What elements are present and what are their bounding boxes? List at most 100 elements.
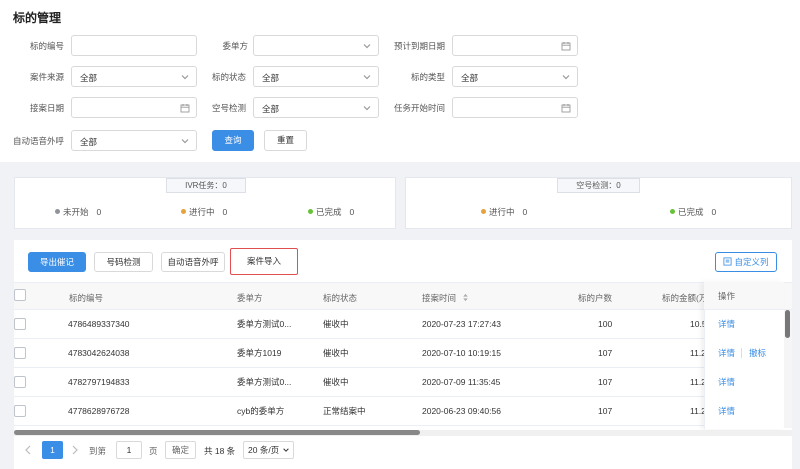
chevron-down-icon bbox=[562, 75, 570, 80]
prev-page-icon[interactable] bbox=[24, 445, 32, 455]
auto-call-button[interactable]: 自动语音外呼 bbox=[161, 252, 225, 272]
cell-households: 107 bbox=[598, 377, 613, 387]
detail-link[interactable]: 详情 bbox=[718, 310, 735, 338]
col-amount: 标的金额(万 bbox=[662, 293, 705, 303]
col-accept-time[interactable]: 接案时间 bbox=[422, 288, 469, 308]
chevron-down-icon bbox=[181, 139, 189, 144]
cell-case-no: 4783042624038 bbox=[68, 348, 130, 358]
calendar-icon bbox=[561, 42, 571, 51]
accept-date-label: 接案日期 bbox=[29, 103, 64, 113]
blank-check-label: 空号检测 bbox=[211, 103, 246, 113]
row-checkbox[interactable] bbox=[14, 376, 26, 388]
cell-client: cyb的委单方 bbox=[237, 406, 285, 416]
total-count: 共 18 条 bbox=[204, 446, 236, 456]
col-status: 标的状态 bbox=[323, 293, 358, 303]
page-1-button[interactable]: 1 bbox=[42, 441, 63, 459]
sort-icon[interactable] bbox=[462, 293, 469, 302]
task-start-input[interactable] bbox=[452, 97, 578, 118]
chevron-down-icon bbox=[283, 448, 289, 452]
next-page-icon[interactable] bbox=[71, 445, 79, 455]
cell-time: 2020-07-09 11:35:45 bbox=[422, 377, 501, 387]
green-dot-icon bbox=[670, 209, 675, 214]
goto-label: 到第 bbox=[89, 446, 107, 456]
export-button[interactable]: 导出催记 bbox=[28, 252, 86, 272]
expected-date-input[interactable] bbox=[452, 35, 578, 56]
case-no-label: 标的编号 bbox=[29, 41, 64, 51]
table-row[interactable] bbox=[14, 310, 792, 339]
page-title: 标的管理 bbox=[13, 11, 62, 25]
blank-in-progress: 进行中 0 bbox=[481, 206, 527, 218]
status-label: 标的状态 bbox=[211, 72, 246, 82]
reset-button[interactable]: 重置 bbox=[264, 130, 307, 151]
grey-dot-icon bbox=[55, 209, 60, 214]
calendar-icon bbox=[561, 104, 571, 113]
cell-households: 100 bbox=[598, 319, 613, 329]
cell-status: 催收中 bbox=[323, 319, 349, 329]
chevron-down-icon bbox=[363, 75, 371, 80]
cell-client: 委单方测试0... bbox=[237, 319, 292, 329]
select-all-checkbox[interactable] bbox=[14, 289, 26, 301]
task-start-label: 任务开始时间 bbox=[393, 103, 445, 113]
blank-done: 已完成 0 bbox=[670, 206, 716, 218]
col-client: 委单方 bbox=[237, 293, 263, 303]
page-size-select[interactable]: 20 条/页 bbox=[243, 441, 294, 459]
cell-case-no: 4778628976728 bbox=[68, 406, 130, 416]
col-households: 标的户数 bbox=[578, 293, 613, 303]
goto-confirm-button[interactable]: 确定 bbox=[165, 441, 196, 459]
cell-time: 2020-07-10 10:19:15 bbox=[422, 348, 501, 358]
page-unit-label: 页 bbox=[149, 446, 158, 456]
client-select[interactable] bbox=[253, 35, 379, 56]
list-icon bbox=[723, 257, 732, 266]
custom-columns-button[interactable]: 自定义列 bbox=[715, 252, 777, 272]
cell-households: 107 bbox=[598, 406, 613, 416]
chevron-down-icon bbox=[363, 44, 371, 49]
cell-case-no: 4782797194833 bbox=[68, 377, 130, 387]
cell-time: 2020-07-23 17:27:43 bbox=[422, 319, 501, 329]
ivr-done: 已完成 0 bbox=[308, 206, 354, 218]
cell-time: 2020-06-23 09:40:56 bbox=[422, 406, 501, 416]
revoke-link[interactable]: 撤标 bbox=[749, 339, 766, 367]
table-row[interactable] bbox=[14, 368, 792, 397]
expected-date-label: 预计到期日期 bbox=[393, 41, 445, 51]
auto-call-label: 自动语音外呼 bbox=[12, 136, 64, 146]
col-case-no: 标的编号 bbox=[69, 293, 104, 303]
cell-client: 委单方1019 bbox=[237, 348, 282, 358]
ops-header-bg bbox=[704, 282, 784, 310]
vertical-scrollbar-thumb[interactable] bbox=[785, 310, 790, 338]
horizontal-scrollbar-thumb[interactable] bbox=[14, 430, 420, 435]
green-dot-icon bbox=[308, 209, 313, 214]
auto-call-select[interactable]: 全部 bbox=[71, 130, 197, 151]
case-import-button[interactable]: 案件导入 bbox=[230, 248, 298, 275]
chevron-down-icon bbox=[363, 106, 371, 111]
type-select[interactable]: 全部 bbox=[452, 66, 578, 87]
detail-link[interactable]: 详情 bbox=[718, 397, 735, 425]
type-label: 标的类型 bbox=[410, 72, 445, 82]
blank-check-select[interactable]: 全部 bbox=[253, 97, 379, 118]
table-row[interactable] bbox=[14, 339, 792, 368]
phone-check-button[interactable]: 号码检测 bbox=[94, 252, 153, 272]
cell-case-no: 4786489337340 bbox=[68, 319, 130, 329]
status-select[interactable]: 全部 bbox=[253, 66, 379, 87]
client-label: 委单方 bbox=[222, 41, 248, 51]
ivr-not-started: 未开始 0 bbox=[55, 206, 101, 218]
goto-page-input[interactable]: 1 bbox=[116, 441, 142, 459]
table-row[interactable] bbox=[14, 397, 792, 426]
row-checkbox[interactable] bbox=[14, 318, 26, 330]
row-checkbox[interactable] bbox=[14, 347, 26, 359]
row-checkbox[interactable] bbox=[14, 405, 26, 417]
cell-status: 催收中 bbox=[323, 348, 349, 358]
query-button[interactable]: 查询 bbox=[212, 130, 254, 151]
blank-check-title: 空号检测：0 bbox=[557, 178, 640, 193]
ivr-title: IVR任务：0 bbox=[166, 178, 246, 193]
col-ops-label: 操作 bbox=[718, 291, 736, 301]
cell-households: 107 bbox=[598, 348, 613, 358]
orange-dot-icon bbox=[481, 209, 486, 214]
orange-dot-icon bbox=[181, 209, 186, 214]
cell-status: 催收中 bbox=[323, 377, 349, 387]
cell-client: 委单方测试0... bbox=[237, 377, 292, 387]
ivr-in-progress: 进行中 0 bbox=[181, 206, 227, 218]
detail-link[interactable]: 详情 bbox=[718, 368, 735, 396]
source-label: 案件来源 bbox=[29, 72, 64, 82]
detail-link[interactable]: 详情 bbox=[718, 339, 735, 367]
divider bbox=[741, 348, 742, 358]
